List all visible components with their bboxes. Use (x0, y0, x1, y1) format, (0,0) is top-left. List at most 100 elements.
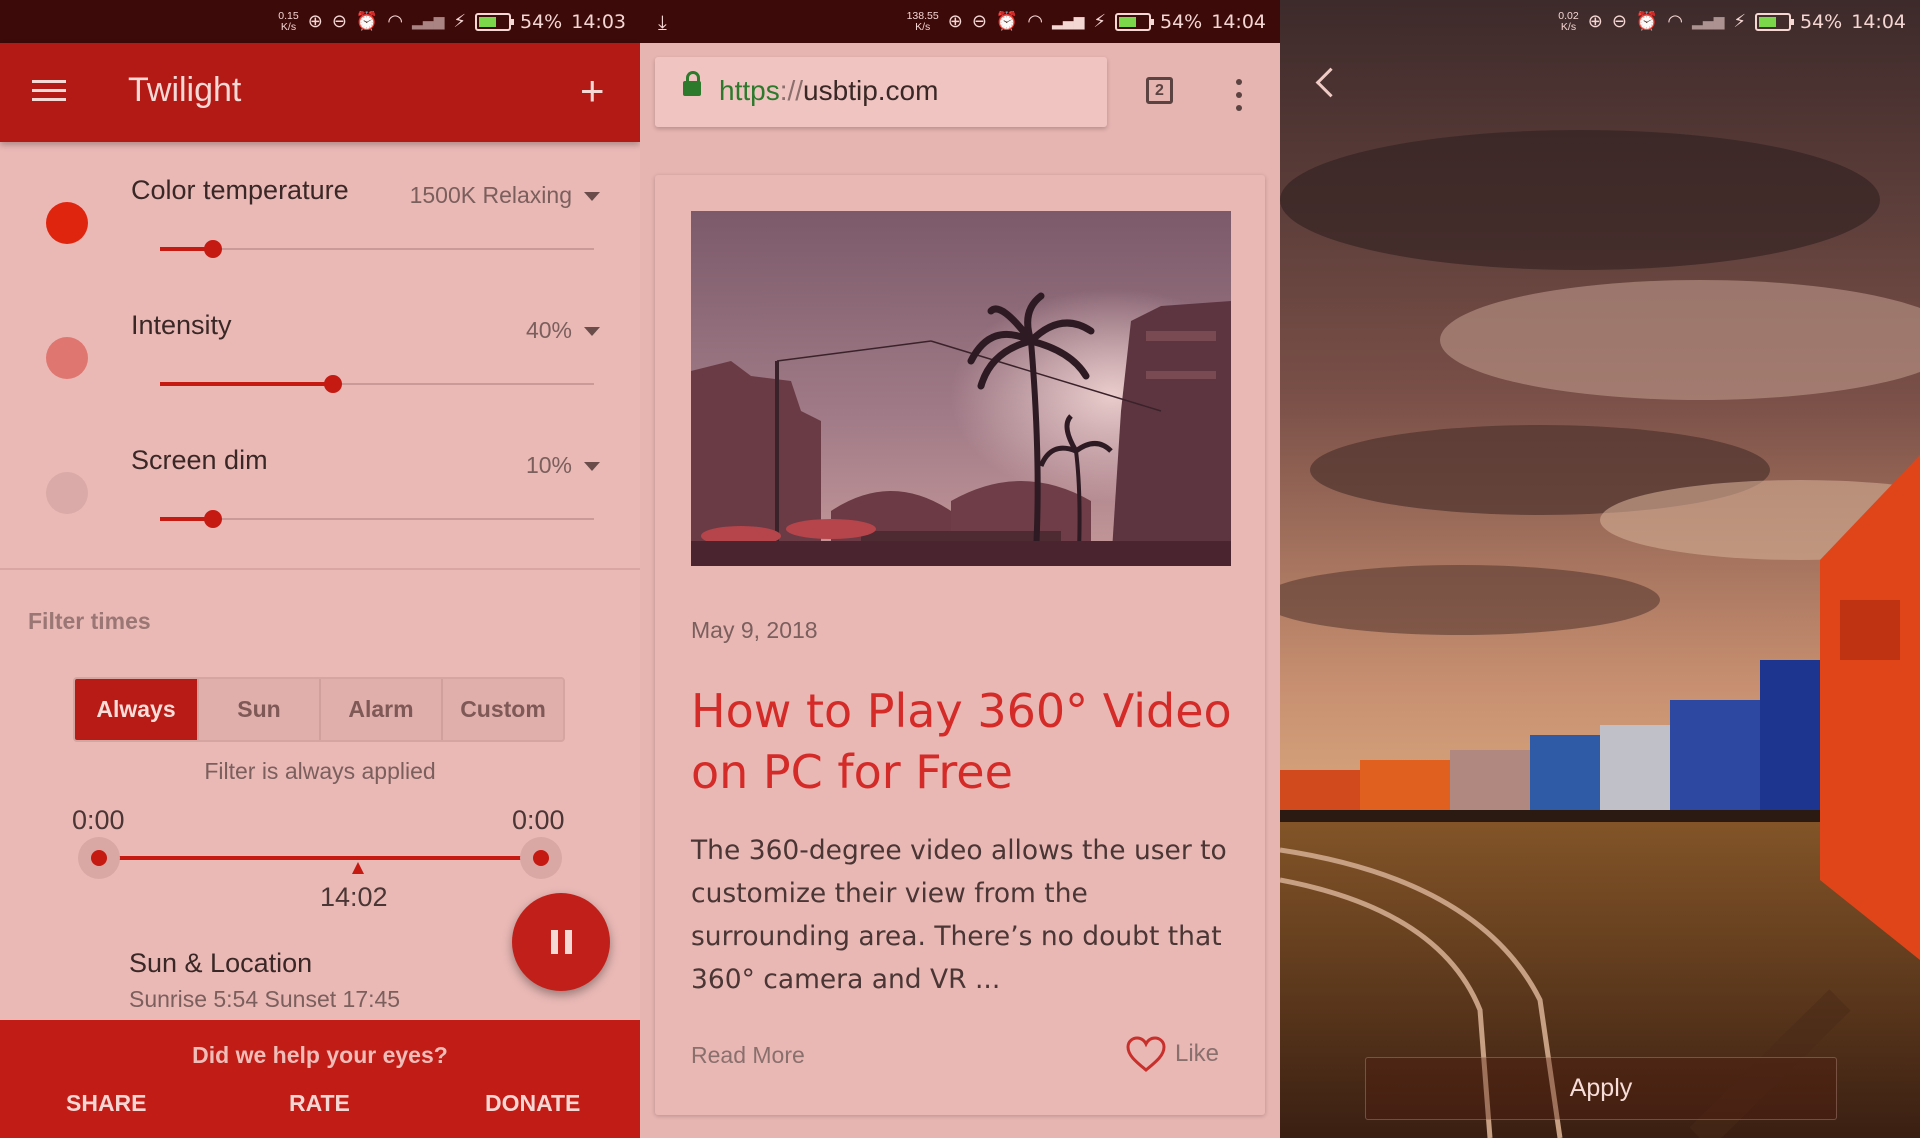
share-button[interactable]: SHARE (66, 1090, 147, 1117)
sun-location-title[interactable]: Sun & Location (129, 948, 312, 979)
slider-thumb[interactable] (324, 375, 342, 393)
status-bar: 0.02 K/s ⊕ ⊖ ⏰ ◠ ▂▄▆ ⚡ 54% 14:04 (1280, 0, 1920, 43)
feedback-question: Did we help your eyes? (192, 1042, 448, 1068)
color-temperature-slider[interactable] (160, 240, 594, 258)
intensity-slider[interactable] (160, 375, 594, 393)
dnd-icon: ⊖ (971, 10, 987, 32)
dnd-icon: ⊖ (1611, 10, 1627, 32)
apply-button[interactable]: Apply (1365, 1057, 1837, 1120)
feedback-bar: Did we help your eyes? SHARE RATE DONATE (0, 1020, 640, 1138)
dnd-icon: ⊖ (331, 10, 347, 32)
color-temperature-icon (46, 202, 88, 244)
wallpaper-panel: 0.02 K/s ⊕ ⊖ ⏰ ◠ ▂▄▆ ⚡ 54% 14:04 Apply (1280, 0, 1920, 1138)
network-speed: 0.15 K/s (278, 9, 299, 33)
filter-mode-selector: Always Sun Alarm Custom (73, 677, 565, 742)
slider-value-dropdown[interactable]: 10% (526, 452, 572, 479)
sun-times: Sunrise 5:54 Sunset 17:45 (129, 986, 401, 1012)
mode-alarm-button[interactable]: Alarm (319, 679, 441, 740)
clock: 14:04 (1211, 10, 1266, 33)
end-time: 0:00 (512, 805, 565, 835)
read-more-link[interactable]: Read More (691, 1042, 805, 1069)
status-bar: ⤓ 138.55 K/s ⊕ ⊖ ⏰ ◠ ▂▄▆ ⚡ 54% 14:04 (640, 0, 1280, 43)
slider-row-screen-dim: Screen dim 10% (0, 435, 640, 570)
alarm-icon: ⏰ (355, 10, 379, 32)
alarm-icon: ⏰ (995, 10, 1019, 32)
app-bar: Twilight + (0, 43, 640, 142)
mode-custom-button[interactable]: Custom (441, 679, 563, 740)
start-time: 0:00 (72, 805, 125, 835)
battery-icon (1755, 12, 1794, 31)
url-text[interactable]: https://usbtip.com (719, 75, 938, 107)
battery-icon (1115, 12, 1154, 31)
divider (0, 568, 640, 570)
charging-icon: ⚡ (453, 10, 466, 32)
heart-icon (1126, 1036, 1166, 1072)
lock-icon (683, 71, 701, 96)
post-title[interactable]: How to Play 360° Video on PC for Free (691, 681, 1251, 803)
battery-percent: 54% (520, 10, 563, 33)
app-title: Twilight (128, 71, 242, 109)
menu-icon[interactable] (32, 80, 66, 102)
slider-thumb[interactable] (204, 510, 222, 528)
slider-value-dropdown[interactable]: 1500K Relaxing (410, 182, 572, 209)
intensity-icon (46, 337, 88, 379)
street-photo (691, 211, 1231, 566)
article-card: May 9, 2018 How to Play 360° Video on PC… (655, 175, 1265, 1115)
tab-switcher-icon[interactable]: 2 (1146, 77, 1173, 104)
start-time-handle[interactable] (78, 837, 120, 879)
charging-icon: ⚡ (1733, 10, 1746, 32)
slider-label: Screen dim (131, 445, 268, 475)
wallpaper-image (1280, 0, 1920, 1138)
battery-percent: 54% (1800, 10, 1843, 33)
mode-always-button[interactable]: Always (75, 679, 197, 740)
data-saver-icon: ⊕ (1587, 10, 1603, 32)
filter-description: Filter is always applied (204, 758, 436, 784)
signal-icon: ▂▄▆ (412, 13, 445, 30)
current-time: 14:02 (320, 882, 388, 912)
caret-down-icon[interactable] (584, 462, 600, 471)
end-time-handle[interactable] (520, 837, 562, 879)
caret-down-icon[interactable] (584, 192, 600, 201)
browser-panel: ⤓ 138.55 K/s ⊕ ⊖ ⏰ ◠ ▂▄▆ ⚡ 54% 14:04 http… (640, 0, 1280, 1138)
battery-percent: 54% (1160, 10, 1203, 33)
clock: 14:04 (1851, 10, 1906, 33)
signal-icon: ▂▄▆ (1692, 13, 1725, 30)
slider-thumb[interactable] (204, 240, 222, 258)
signal-icon: ▂▄▆ (1052, 13, 1085, 30)
download-icon: ⤓ (658, 10, 667, 34)
rate-button[interactable]: RATE (289, 1090, 350, 1117)
pause-icon (550, 930, 558, 954)
post-date: May 9, 2018 (691, 617, 818, 643)
wifi-icon: ◠ (1027, 10, 1044, 32)
charging-icon: ⚡ (1093, 10, 1106, 32)
network-speed: 138.55 K/s (906, 9, 939, 33)
network-speed: 0.02 K/s (1558, 9, 1579, 33)
overflow-menu-icon[interactable] (1236, 79, 1242, 111)
status-bar: 0.15 K/s ⊕ ⊖ ⏰ ◠ ▂▄▆ ⚡ 54% 14:03 (0, 0, 640, 43)
pause-button[interactable] (512, 893, 610, 991)
address-bar[interactable]: https://usbtip.com (655, 57, 1107, 127)
pause-icon-bar (564, 930, 572, 954)
slider-value-dropdown[interactable]: 40% (526, 317, 572, 344)
like-label: Like (1175, 1040, 1220, 1067)
mode-sun-button[interactable]: Sun (197, 679, 319, 740)
twilight-panel: 0.15 K/s ⊕ ⊖ ⏰ ◠ ▂▄▆ ⚡ 54% 14:03 Twilight… (0, 0, 640, 1138)
post-excerpt: The 360-degree video allows the user to … (691, 835, 1227, 995)
battery-icon (475, 12, 514, 31)
alarm-icon: ⏰ (1635, 10, 1659, 32)
section-title: Filter times (28, 608, 151, 634)
clock: 14:03 (571, 10, 626, 33)
screen-dim-slider[interactable] (160, 510, 594, 528)
add-icon[interactable]: + (580, 67, 605, 115)
slider-row-intensity: Intensity 40% (0, 300, 640, 435)
slider-row-color-temperature: Color temperature 1500K Relaxing (0, 165, 640, 300)
article-image[interactable] (691, 211, 1231, 566)
caret-down-icon[interactable] (584, 327, 600, 336)
donate-button[interactable]: DONATE (485, 1090, 580, 1117)
screen-dim-icon (46, 472, 88, 514)
wifi-icon: ◠ (387, 10, 404, 32)
like-button[interactable]: Like (1125, 1035, 1219, 1073)
data-saver-icon: ⊕ (947, 10, 963, 32)
wifi-icon: ◠ (1667, 10, 1684, 32)
time-range-track (98, 856, 540, 860)
